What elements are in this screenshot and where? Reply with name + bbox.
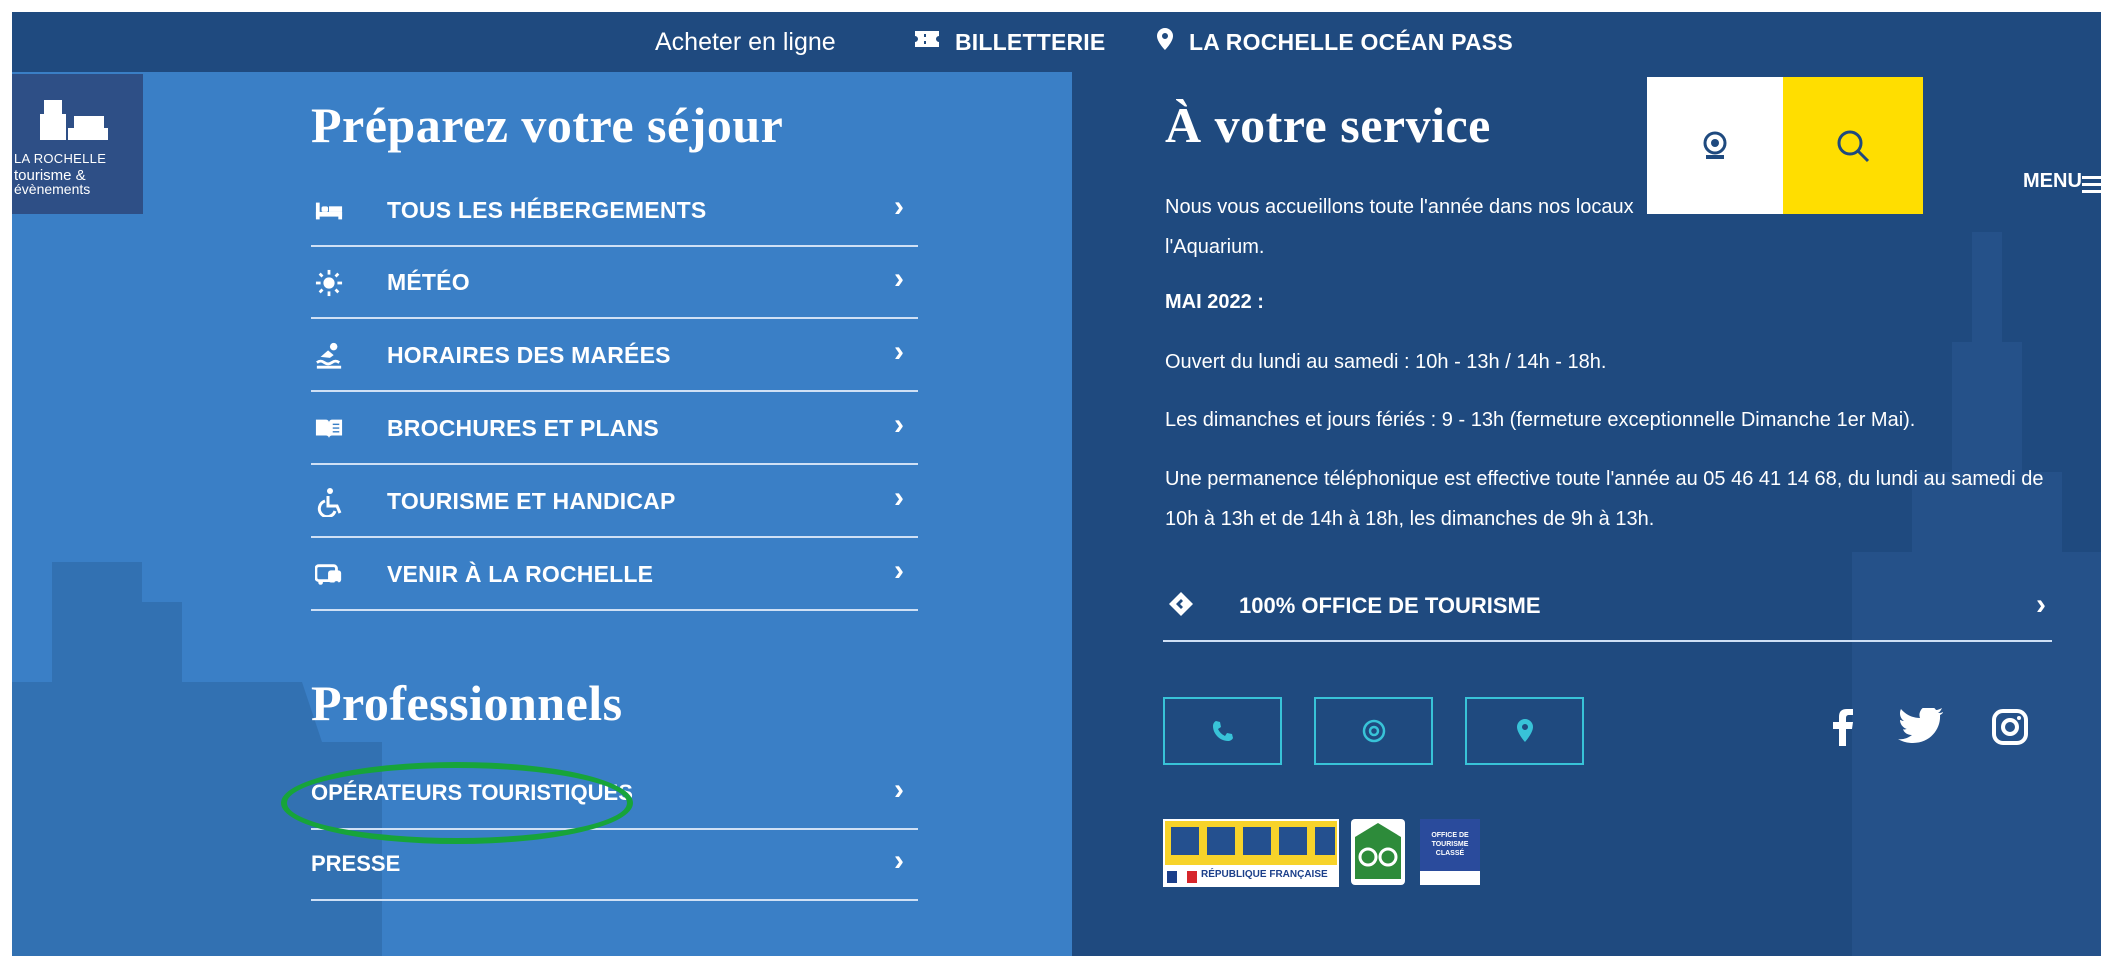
logo-name: LA ROCHELLE <box>14 151 107 166</box>
location-pin-icon <box>1155 27 1175 57</box>
phone-button[interactable] <box>1163 697 1282 765</box>
logo-sub-line-2: évènements <box>14 181 91 197</box>
search-icon <box>1837 130 1870 162</box>
bus-icon <box>315 561 343 589</box>
highlight-ellipse <box>281 762 633 844</box>
welcome-text-line-1: Nous vous accueillons toute l'année dans… <box>1165 196 1634 218</box>
phone-info-line-1: Une permanence téléphonique est effectiv… <box>1165 468 2044 490</box>
pro-item-label: PRESSE <box>311 851 401 876</box>
menu-item-label: MÉTÉO <box>387 269 470 295</box>
menu-item-label: TOUS LES HÉBERGEMENTS <box>387 197 707 223</box>
towers-logo-icon <box>40 100 108 140</box>
email-button[interactable] <box>1314 697 1433 765</box>
menu-item-label: BROCHURES ET PLANS <box>387 415 659 441</box>
search-button[interactable] <box>1783 77 1923 214</box>
menu-item-weather[interactable]: MÉTÉO › <box>311 247 918 319</box>
menu-label[interactable]: MENU <box>2023 170 2082 193</box>
may-heading: MAI 2022 : <box>1165 291 1264 313</box>
chevron-right-icon: › <box>894 335 904 368</box>
menu-item-brochures[interactable]: BROCHURES ET PLANS › <box>311 393 918 465</box>
office-classe-label: OFFICE DE TOURISME CLASSÉ <box>1431 832 1469 857</box>
office-label: 100% OFFICE DE TOURISME <box>1239 593 1541 618</box>
buy-online-link[interactable]: Acheter en ligne <box>655 12 836 72</box>
chevron-right-icon: › <box>894 773 904 806</box>
ticketing-label: BILLETTERIE <box>955 28 1106 55</box>
office-de-tourisme-link[interactable]: 100% OFFICE DE TOURISME › <box>1163 578 2052 642</box>
buy-online-label: Acheter en ligne <box>655 27 836 56</box>
webcam-button[interactable] <box>1647 77 1783 214</box>
phone-info-line-2: 10h à 13h et de 14h à 18h, les dimanches… <box>1165 508 1655 530</box>
phone-icon <box>1212 721 1233 741</box>
chevron-right-icon: › <box>894 554 904 587</box>
menu-item-label: VENIR À LA ROCHELLE <box>387 561 654 587</box>
opening-hours-sundays: Les dimanches et jours fériés : 9 - 13h … <box>1165 409 1916 431</box>
office-logo-icon <box>1167 590 1195 618</box>
ticketing-link[interactable]: BILLETTERIE <box>913 12 1105 72</box>
webcam-icon <box>1703 131 1727 159</box>
menu-item-label: TOURISME ET HANDICAP <box>387 488 676 514</box>
hamburger-menu-icon[interactable] <box>2082 176 2101 193</box>
wheelchair-icon <box>315 488 343 517</box>
velo-badge <box>1351 819 1405 890</box>
menu-item-getting-here[interactable]: VENIR À LA ROCHELLE › <box>311 539 918 611</box>
sun-icon <box>315 269 343 297</box>
opening-hours-weekdays: Ouvert du lundi au samedi : 10h - 13h / … <box>1165 351 1607 373</box>
service-title: À votre service <box>1165 97 1491 153</box>
menu-item-accommodations[interactable]: TOUS LES HÉBERGEMENTS › <box>311 175 918 247</box>
tourisme-handicap-badge: RÉPUBLIQUE FRANÇAISE <box>1163 819 1339 892</box>
office-classe-badge: OFFICE DE TOURISME CLASSÉ <box>1420 819 1480 890</box>
map-button[interactable] <box>1465 697 1584 765</box>
menu-item-accessibility[interactable]: TOURISME ET HANDICAP › <box>311 466 918 538</box>
republique-francaise-label: RÉPUBLIQUE FRANÇAISE <box>1201 869 1328 880</box>
instagram-icon[interactable] <box>1985 702 2035 752</box>
map-pin-icon <box>1516 719 1533 742</box>
book-icon <box>315 415 343 443</box>
menu-item-tides[interactable]: HORAIRES DES MARÉES › <box>311 320 918 392</box>
welcome-text-line-2: l'Aquarium. <box>1165 236 1265 258</box>
chevron-right-icon: › <box>894 481 904 514</box>
prepare-stay-title: Préparez votre séjour <box>311 97 784 153</box>
chevron-right-icon: › <box>894 408 904 441</box>
site-logo[interactable]: LA ROCHELLE tourisme & évènements <box>12 74 143 214</box>
twitter-icon[interactable] <box>1896 702 1946 752</box>
chevron-right-icon: › <box>894 844 904 877</box>
at-sign-icon <box>1362 719 1385 743</box>
menu-item-label: HORAIRES DES MARÉES <box>387 342 671 368</box>
ocean-pass-link[interactable]: LA ROCHELLE OCÉAN PASS <box>1155 12 1513 72</box>
top-bar: Acheter en ligne BILLETTERIE LA ROCHELLE… <box>12 12 2101 72</box>
facebook-icon[interactable] <box>1818 702 1868 752</box>
ticket-icon <box>913 28 941 56</box>
chevron-right-icon: › <box>894 262 904 295</box>
chevron-right-icon: › <box>894 190 904 223</box>
chevron-right-icon: › <box>2036 588 2046 621</box>
professionals-title: Professionnels <box>311 675 623 731</box>
ocean-pass-label: LA ROCHELLE OCÉAN PASS <box>1189 28 1513 55</box>
swimmer-icon <box>315 342 343 370</box>
bed-icon <box>315 197 343 225</box>
